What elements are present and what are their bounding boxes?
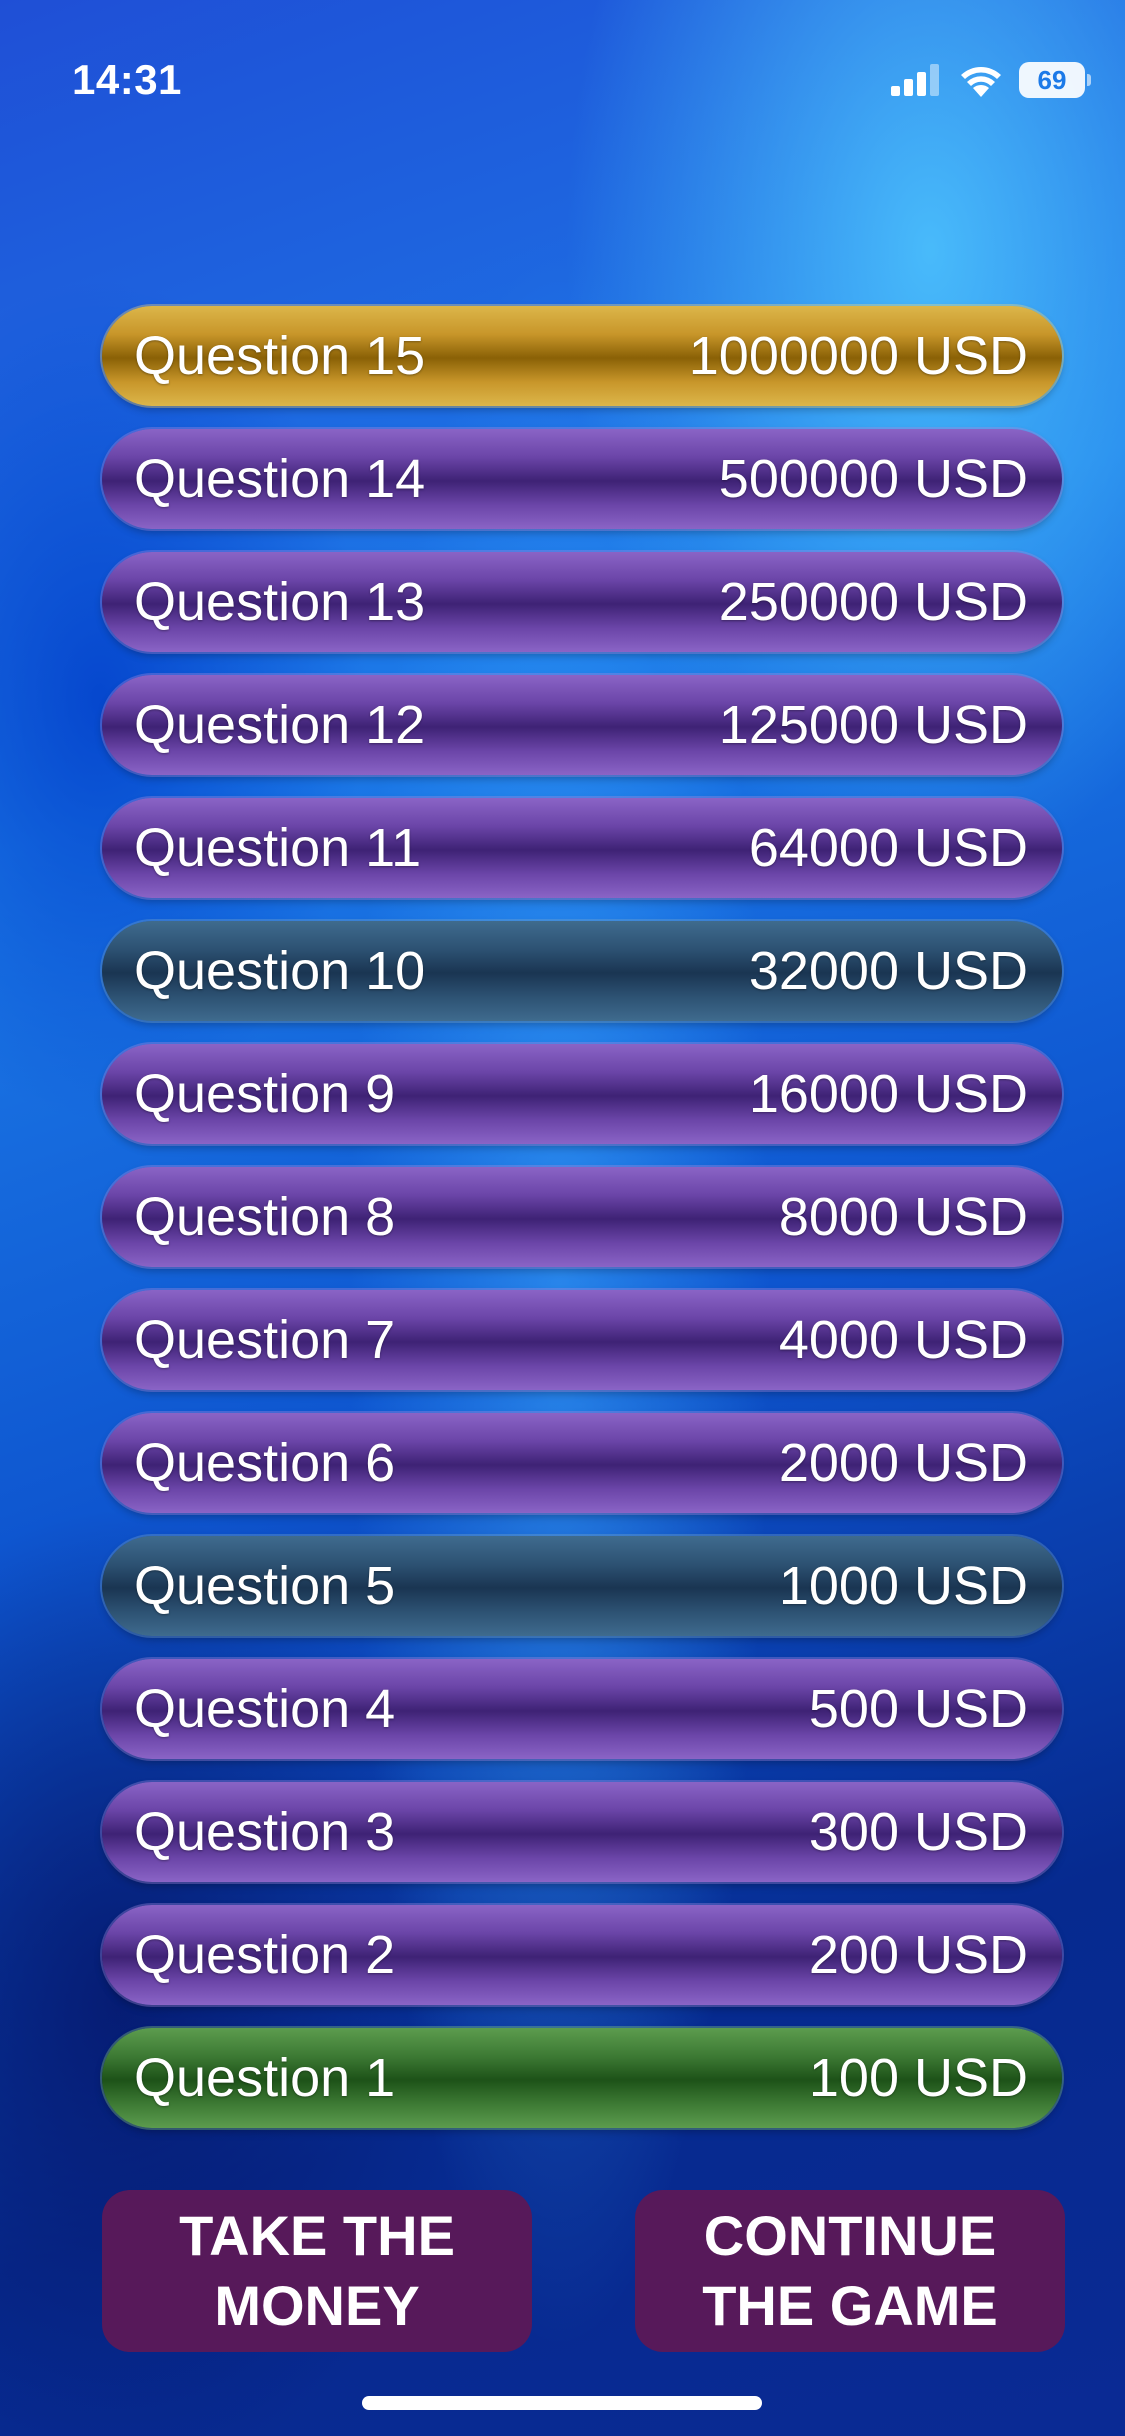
ladder-row-question-10: Question 10 32000 USD	[102, 921, 1062, 1021]
ladder-prize-value: 500 USD	[808, 1679, 1028, 1739]
status-bar: 14:31 69	[0, 0, 1125, 160]
ladder-row-question-15: Question 15 1000000 USD	[102, 306, 1062, 406]
ladder-prize-value: 4000 USD	[778, 1310, 1028, 1370]
ladder-prize-value: 200 USD	[808, 1925, 1028, 1985]
ladder-question-label: Question 8	[134, 1187, 396, 1247]
ladder-row-question-13: Question 13 250000 USD	[102, 552, 1062, 652]
take-the-money-label-line-2: MONEY	[214, 2274, 420, 2337]
battery-icon: 69	[1019, 62, 1091, 98]
take-the-money-button[interactable]: TAKE THE MONEY	[102, 2190, 532, 2352]
ladder-question-label: Question 6	[134, 1433, 396, 1493]
ladder-prize-value: 250000 USD	[718, 572, 1028, 632]
ladder-prize-value: 1000000 USD	[688, 326, 1028, 386]
signal-icon	[891, 64, 939, 96]
take-the-money-label-line-1: TAKE THE	[179, 2204, 455, 2267]
ladder-prize-value: 300 USD	[808, 1802, 1028, 1862]
ladder-prize-value: 2000 USD	[778, 1433, 1028, 1493]
ladder-question-label: Question 1	[134, 2048, 396, 2108]
continue-the-game-label-line-2: THE GAME	[702, 2274, 998, 2337]
ladder-row-question-7: Question 7 4000 USD	[102, 1290, 1062, 1390]
ladder-question-label: Question 9	[134, 1064, 396, 1124]
ladder-row-question-8: Question 8 8000 USD	[102, 1167, 1062, 1267]
wifi-icon	[961, 67, 1001, 97]
ladder-row-question-6: Question 6 2000 USD	[102, 1413, 1062, 1513]
prize-ladder: Question 15 1000000 USD Question 14 5000…	[102, 306, 1062, 2151]
ladder-prize-value: 100 USD	[808, 2048, 1028, 2108]
ladder-question-label: Question 2	[134, 1925, 396, 1985]
ladder-prize-value: 64000 USD	[748, 818, 1028, 878]
status-time: 14:31	[72, 56, 182, 103]
ladder-prize-value: 32000 USD	[748, 941, 1028, 1001]
ladder-question-label: Question 15	[134, 326, 426, 386]
status-icons: 69	[891, 60, 1091, 100]
ladder-prize-value: 500000 USD	[718, 449, 1028, 509]
ladder-question-label: Question 11	[134, 818, 422, 878]
ladder-question-label: Question 3	[134, 1802, 396, 1862]
ladder-row-question-11: Question 11 64000 USD	[102, 798, 1062, 898]
home-indicator[interactable]	[362, 2396, 762, 2410]
ladder-question-label: Question 10	[134, 941, 426, 1001]
ladder-row-question-5: Question 5 1000 USD	[102, 1536, 1062, 1636]
ladder-prize-value: 125000 USD	[718, 695, 1028, 755]
ladder-row-question-9: Question 9 16000 USD	[102, 1044, 1062, 1144]
ladder-row-question-14: Question 14 500000 USD	[102, 429, 1062, 529]
ladder-prize-value: 1000 USD	[778, 1556, 1028, 1616]
ladder-question-label: Question 13	[134, 572, 426, 632]
ladder-prize-value: 16000 USD	[748, 1064, 1028, 1124]
continue-the-game-label-line-1: CONTINUE	[703, 2204, 997, 2267]
ladder-question-label: Question 7	[134, 1310, 396, 1370]
continue-the-game-button[interactable]: CONTINUE THE GAME	[635, 2190, 1065, 2352]
ladder-question-label: Question 5	[134, 1556, 396, 1616]
ladder-row-question-12: Question 12 125000 USD	[102, 675, 1062, 775]
ladder-row-question-3: Question 3 300 USD	[102, 1782, 1062, 1882]
ladder-row-question-1: Question 1 100 USD	[102, 2028, 1062, 2128]
ladder-question-label: Question 4	[134, 1679, 396, 1739]
battery-level: 69	[1037, 64, 1067, 95]
ladder-row-question-4: Question 4 500 USD	[102, 1659, 1062, 1759]
ladder-question-label: Question 14	[134, 449, 426, 509]
ladder-question-label: Question 12	[134, 695, 426, 755]
ladder-row-question-2: Question 2 200 USD	[102, 1905, 1062, 2005]
ladder-prize-value: 8000 USD	[778, 1187, 1028, 1247]
